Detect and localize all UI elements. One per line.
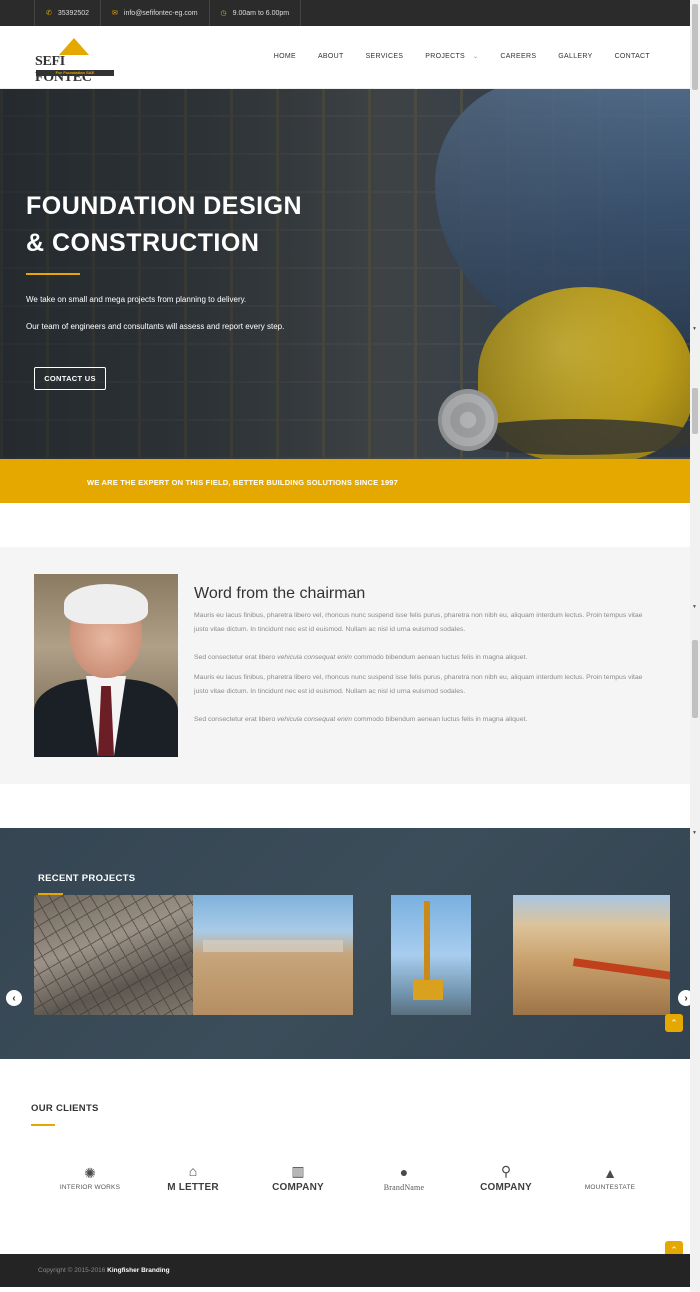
gear-ring-icon: ✺ <box>84 1165 96 1181</box>
chairman-photo <box>34 574 178 757</box>
chairman-section: Word from the chairman Mauris eu lacus f… <box>0 547 690 784</box>
nav-projects-label: PROJECTS <box>425 53 466 60</box>
hours-item: ◷ 9.00am to 6.00pm <box>208 0 302 26</box>
chairman-paragraph-2: Sed consectetur erat libero vehicula con… <box>194 654 528 661</box>
phone-icon: ✆ <box>46 10 52 17</box>
tagline-band: WE ARE THE EXPERT ON THIS FIELD, BETTER … <box>0 459 690 503</box>
chairman-paragraph-3: Mauris eu lacus finibus, pharetra libero… <box>194 674 643 695</box>
client-logo-company[interactable]: ▥ COMPANY <box>258 1148 338 1208</box>
scrollbar-thumb-2[interactable] <box>692 388 698 434</box>
client-name: INTERIOR WORKS <box>59 1184 121 1191</box>
scroll-up-icon[interactable]: ⌃ <box>665 1014 683 1032</box>
nav-about[interactable]: ABOUT <box>318 53 344 60</box>
hero-overlay <box>0 89 690 459</box>
hero-title-line1: FOUNDATION DESIGN <box>26 192 303 220</box>
hero-banner <box>0 89 690 459</box>
hero-text-2: Our team of engineers and consultants wi… <box>26 322 285 331</box>
client-name: MOUNTESTATE <box>584 1184 636 1191</box>
email-text: info@sefifontec-eg.com <box>123 9 198 17</box>
nav-contact[interactable]: CONTACT <box>615 53 650 60</box>
hero-divider <box>26 273 80 275</box>
phone-text: 35392502 <box>57 9 90 17</box>
mountain-house-icon: ▲ <box>603 1165 617 1181</box>
client-name: BrandName <box>383 1183 425 1192</box>
nav-home[interactable]: HOME <box>274 53 296 60</box>
project-image-site-workers[interactable] <box>193 895 353 1015</box>
clients-divider <box>31 1124 55 1126</box>
scroll-down-icon-2[interactable]: ▼ <box>692 604 697 610</box>
nav-projects[interactable]: PROJECTS ⌄ <box>425 53 478 60</box>
scrollbar-thumb-3[interactable] <box>692 640 698 718</box>
city-circle-icon: ● <box>399 1164 409 1180</box>
nav-careers[interactable]: CAREERS <box>500 53 536 60</box>
hero-title: FOUNDATION DESIGN & CONSTRUCTION <box>26 188 302 262</box>
client-logo-interior-works[interactable]: ✺ INTERIOR WORKS <box>50 1148 130 1208</box>
project-image-rebar-grid[interactable] <box>34 895 193 1015</box>
recent-projects-title: RECENT PROJECTS <box>38 873 136 884</box>
hero-title-line2: & CONSTRUCTION <box>26 229 260 257</box>
clock-icon: ◷ <box>220 10 227 17</box>
scroll-down-icon[interactable]: ▼ <box>692 326 697 332</box>
client-name: COMPANY <box>480 1182 532 1193</box>
client-logo-company-bike[interactable]: ⚲ COMPANY <box>466 1148 546 1208</box>
client-name: COMPANY <box>272 1182 324 1193</box>
logo-tagline: For Foundation SAE <box>36 70 114 76</box>
email-item[interactable]: ✉ info@sefifontec-eg.com <box>100 0 209 26</box>
chairman-paragraph-1: Mauris eu lacus finibus, pharetra libero… <box>194 612 643 633</box>
scrollbar-thumb[interactable] <box>692 4 698 90</box>
site-footer: Copyright © 2015-2016 Kingfisher Brandin… <box>0 1254 690 1287</box>
bicycle-icon: ⚲ <box>500 1163 512 1179</box>
carousel-prev-icon[interactable]: ‹ <box>6 990 22 1006</box>
client-logo-mountestate[interactable]: ▲ MOUNTESTATE <box>570 1148 650 1208</box>
copyright-text: Copyright © 2015-2016 Kingfisher Brandin… <box>38 1267 170 1274</box>
client-logo-brandname[interactable]: ● BrandName <box>364 1148 444 1208</box>
scroll-down-icon-3[interactable]: ▼ <box>692 830 697 836</box>
chairman-title: Word from the chairman <box>194 585 366 602</box>
phone-item[interactable]: ✆ 35392502 <box>34 0 100 26</box>
nav-services[interactable]: SERVICES <box>366 53 404 60</box>
chairman-paragraph-4: Sed consectetur erat libero vehicula con… <box>194 716 528 723</box>
chevron-down-icon: ⌄ <box>473 54 479 60</box>
project-image-drilling-rig[interactable] <box>391 895 471 1015</box>
top-bar: ✆ 35392502 ✉ info@sefifontec-eg.com ◷ 9.… <box>0 0 690 26</box>
photo-hair <box>64 584 148 624</box>
logo-mark-icon <box>59 38 89 55</box>
nav-gallery[interactable]: GALLERY <box>558 53 592 60</box>
hero-text-1: We take on small and mega projects from … <box>26 295 247 304</box>
copyright-label: Copyright © 2015-2016 <box>38 1267 106 1274</box>
building-icon: ▥ <box>291 1163 305 1179</box>
client-name: M LETTER <box>167 1182 219 1193</box>
recent-projects-section: RECENT PROJECTS <box>0 828 690 1059</box>
client-logo-m-letter[interactable]: ⌂ M LETTER <box>153 1148 233 1208</box>
contact-us-button[interactable]: CONTACT US <box>34 367 106 390</box>
tagline-text: WE ARE THE EXPERT ON THIS FIELD, BETTER … <box>87 478 399 487</box>
footer-brand-link[interactable]: Kingfisher Branding <box>107 1267 169 1274</box>
envelope-icon: ✉ <box>112 10 118 17</box>
site-header: SEFI FONTEC For Foundation SAE HOME ABOU… <box>0 26 690 89</box>
hours-text: 9.00am to 6.00pm <box>232 9 290 17</box>
project-image-trench[interactable] <box>513 895 670 1015</box>
logo[interactable]: SEFI FONTEC For Foundation SAE <box>35 36 117 85</box>
clients-title: OUR CLIENTS <box>31 1103 99 1114</box>
main-nav: HOME ABOUT SERVICES PROJECTS ⌄ CAREERS G… <box>274 53 650 60</box>
winged-m-icon: ⌂ <box>188 1163 198 1179</box>
